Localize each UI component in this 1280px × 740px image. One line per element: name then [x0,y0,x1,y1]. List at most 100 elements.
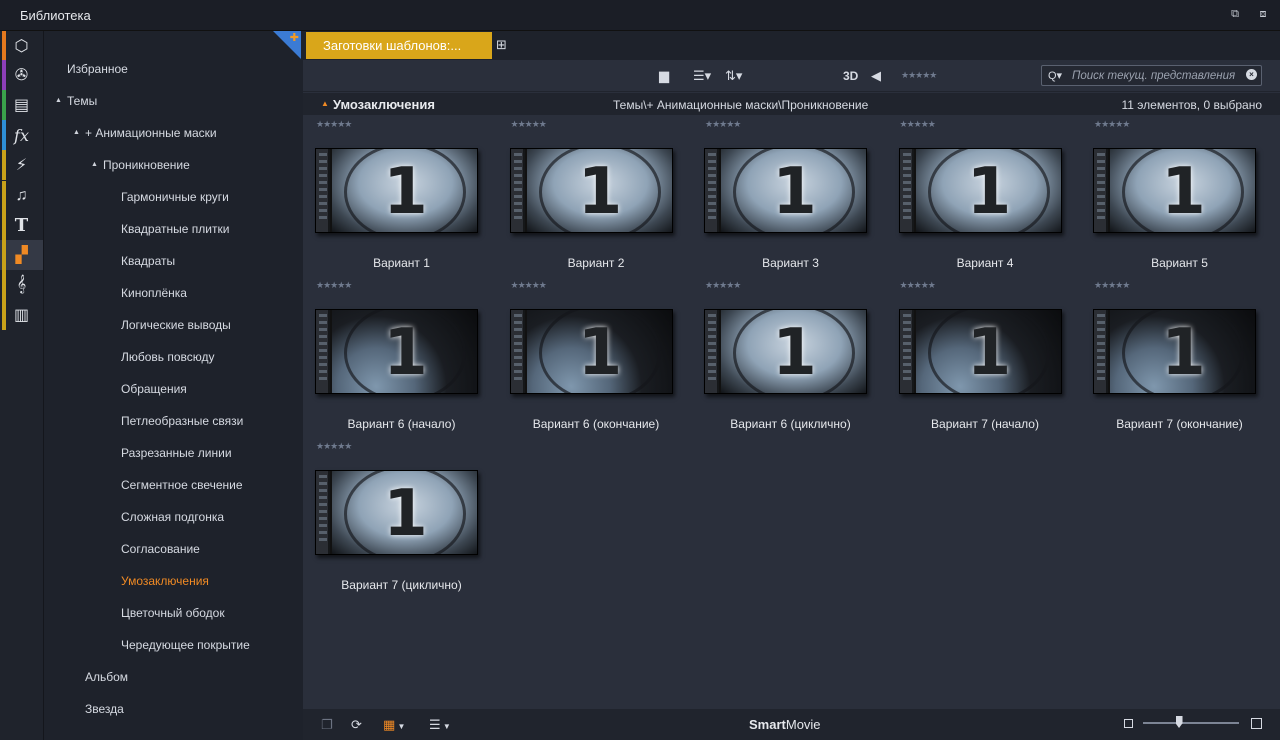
rating-filter[interactable]: ★★★★★ [901,70,937,81]
category-stripe [2,240,6,270]
category-titles[interactable]: T [0,210,43,240]
list-view-icon[interactable]: ☰▾ [693,68,711,84]
template-thumbnail[interactable]: 1 [315,470,478,555]
template-card[interactable]: ★★★★★ 1 Вариант 1 [304,115,499,276]
template-thumbnail[interactable]: 1 [1093,148,1256,233]
tree-item[interactable]: Любовь повсюду [121,349,215,365]
tree-item[interactable]: ▲ + Анимационные маски [73,125,217,141]
rating-stars[interactable]: ★★★★★ [1094,119,1130,130]
rating-stars[interactable]: ★★★★★ [705,119,741,130]
expand-triangle-icon[interactable]: ▲ [91,157,103,173]
category-transitions[interactable]: ⚡ [0,150,43,180]
rating-stars[interactable]: ★★★★★ [705,280,741,291]
template-card[interactable]: ★★★★★ 1 Вариант 7 (циклично) [304,437,499,598]
template-thumbnail[interactable]: 1 [704,148,867,233]
template-thumbnail[interactable]: 1 [898,309,1062,394]
rating-stars[interactable]: ★★★★★ [900,119,936,130]
pin-corner[interactable]: ✚ [273,31,301,59]
zoom-handle[interactable] [1175,716,1183,728]
tree-item[interactable]: ▲ Темы [55,93,97,109]
details-view-icon[interactable]: ☰ ▼ [429,717,451,733]
search-input[interactable] [1072,67,1240,84]
category-effects[interactable]: fx [0,120,43,150]
template-card[interactable]: ★★★★★ 1 Вариант 5 [1082,115,1277,276]
tag-icon[interactable]: ◀ [871,68,881,84]
pin-icon[interactable]: ✚ [290,31,299,44]
tree-item[interactable]: Чередующее покрытие [121,637,250,653]
smartmovie-button[interactable]: SmartMovie [749,717,821,732]
rating-stars[interactable]: ★★★★★ [511,119,547,130]
rating-stars[interactable]: ★★★★★ [511,280,547,291]
tree-item[interactable]: Разрезанные линии [121,445,232,461]
template-card[interactable]: ★★★★★ 1 Вариант 6 (окончание) [499,276,694,437]
tree-item-label: Сложная подгонка [121,510,225,524]
tree-item[interactable]: Альбом [85,669,128,685]
category-keyboard[interactable]: ▥ [0,300,43,330]
tree-item[interactable]: Избранное [67,61,128,77]
expand-triangle-icon[interactable]: ▲ [55,93,67,109]
title-bar: Библиотека ⧉ ⧈ [0,0,1280,31]
template-card[interactable]: ★★★★★ 1 Вариант 6 (начало) [304,276,499,437]
category-stripe [2,31,6,61]
rating-stars[interactable]: ★★★★★ [316,441,352,452]
rating-stars[interactable]: ★★★★★ [316,119,352,130]
collapse-icon[interactable]: ▲ [321,99,329,108]
template-card[interactable]: ★★★★★ 1 Вариант 6 (циклично) [693,276,888,437]
tree-item[interactable]: Логические выводы [121,317,231,333]
category-templates[interactable]: ▞ [0,240,43,270]
search-icon[interactable]: Q▾ [1048,69,1062,82]
item-count: 11 элементов, 0 выбрано [1121,98,1262,112]
restore-icon[interactable]: ⧉ [1228,8,1242,21]
zoom-slider[interactable] [1143,722,1239,724]
template-card[interactable]: ★★★★★ 1 Вариант 2 [499,115,694,276]
category-collections[interactable]: ▤ [0,90,43,120]
rating-stars[interactable]: ★★★★★ [900,280,936,291]
tree-item[interactable]: Умозаключения [121,573,209,589]
popout-icon[interactable]: ⧈ [1256,8,1270,21]
tree-item-label: Звезда [85,702,124,716]
folder-icon[interactable]: ▆ [659,68,669,84]
tree-item[interactable]: Петлеобразные связи [121,413,243,429]
rating-stars[interactable]: ★★★★★ [1094,280,1130,291]
tree-item[interactable]: Квадратные плитки [121,221,229,237]
rating-stars[interactable]: ★★★★★ [316,280,352,291]
template-blocks-icon: ▞ [15,247,28,264]
template-thumbnail[interactable]: 1 [315,148,478,233]
tree-item[interactable]: Звезда [85,701,124,717]
clear-search-icon[interactable]: × [1246,69,1257,80]
tree-item[interactable]: Квадраты [121,253,175,269]
refresh-icon[interactable]: ⟳ [351,717,362,733]
template-thumbnail[interactable]: 1 [509,309,673,394]
template-card[interactable]: ★★★★★ 1 Вариант 3 [693,115,888,276]
tree-item[interactable]: Согласование [121,541,200,557]
zoom-small-icon[interactable] [1124,719,1133,728]
category-media[interactable]: ⬡ [0,31,43,61]
3d-filter-button[interactable]: 3D [843,69,858,83]
category-audio[interactable]: ♫ [0,181,43,211]
tab-templates[interactable]: Заготовки шаблонов:... [306,32,492,59]
template-card[interactable]: ★★★★★ 1 Вариант 4 [888,115,1083,276]
template-thumbnail[interactable]: 1 [898,148,1062,233]
tree-item[interactable]: Обращения [121,381,187,397]
template-card[interactable]: ★★★★★ 1 Вариант 7 (окончание) [1082,276,1277,437]
tree-item[interactable]: Гармоничные круги [121,189,229,205]
template-thumbnail[interactable]: 1 [704,309,867,394]
category-projects[interactable]: ✇ [0,60,43,90]
tree-item[interactable]: Киноплёнка [121,285,187,301]
tree-item[interactable]: Сложная подгонка [121,509,224,525]
tree-item[interactable]: ▲ Проникновение [91,157,190,173]
expand-triangle-icon[interactable]: ▲ [73,125,85,141]
zoom-large-icon[interactable] [1251,718,1262,729]
category-scorefitter[interactable]: 𝄞 [0,270,43,300]
template-label: Вариант 6 (окончание) [532,417,660,431]
template-card[interactable]: ★★★★★ 1 Вариант 7 (начало) [888,276,1083,437]
template-thumbnail[interactable]: 1 [1093,309,1256,394]
sort-icon[interactable]: ⇅▾ [725,68,742,84]
template-thumbnail[interactable]: 1 [509,148,673,233]
tree-item[interactable]: Цветочный ободок [121,605,225,621]
copy-icon[interactable]: ❐ [321,717,333,733]
tree-item[interactable]: Сегментное свечение [121,477,243,493]
template-thumbnail[interactable]: 1 [315,309,478,394]
add-tab-icon[interactable]: ⊞ [496,37,507,53]
grid-view-icon[interactable]: ▦ ▼ [383,717,405,733]
